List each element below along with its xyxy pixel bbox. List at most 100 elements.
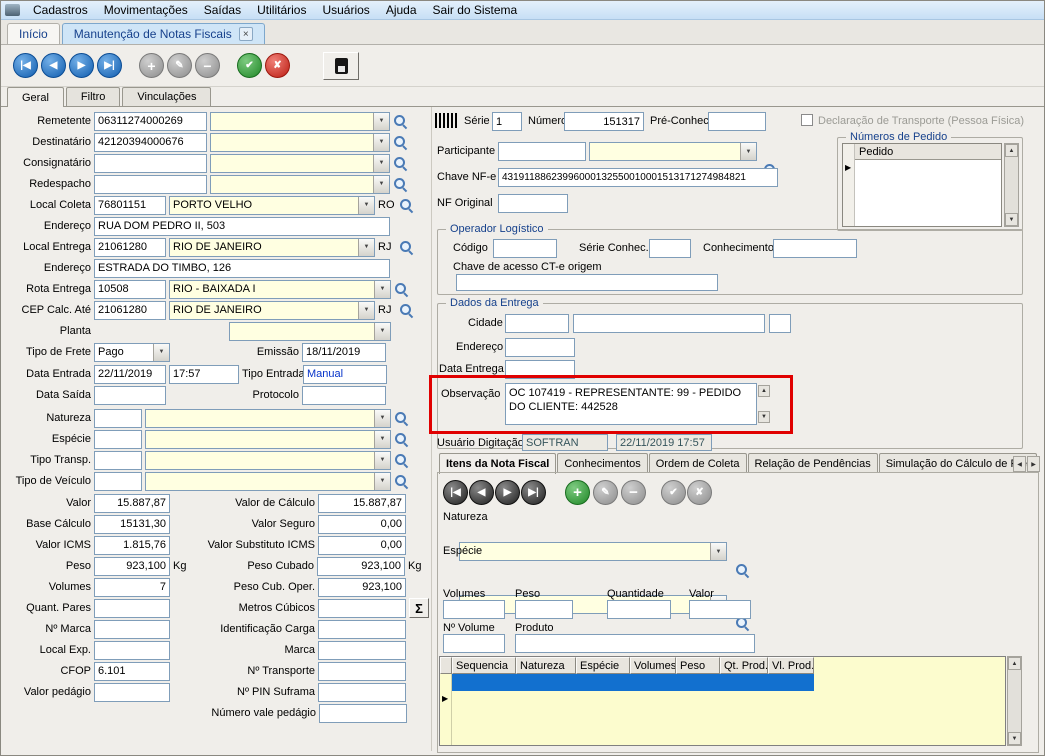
remetente-search-icon[interactable] <box>393 114 408 129</box>
chevron-down-icon[interactable]: ▼ <box>374 473 390 490</box>
tipo-veiculo-search-icon[interactable] <box>394 474 409 489</box>
nf-original-input[interactable] <box>498 194 568 213</box>
redespacho-code-input[interactable] <box>94 175 207 194</box>
data-entrada-date-input[interactable]: 22/11/2019 <box>94 365 166 384</box>
especie-code-input[interactable] <box>94 430 142 449</box>
tipo-entrada-input[interactable]: Manual <box>303 365 387 384</box>
first-record-button[interactable]: |◀ <box>13 53 38 78</box>
valor-calculo-input[interactable]: 15.887,87 <box>318 494 406 513</box>
especie-search-icon[interactable] <box>394 432 409 447</box>
entrega-cidade-input[interactable] <box>573 314 765 333</box>
column-header[interactable]: Vl. Prod. <box>768 657 814 674</box>
detail-edit-item-button[interactable]: ✎ <box>593 480 618 505</box>
volumes-input[interactable]: 7 <box>94 578 170 597</box>
add-record-button[interactable]: + <box>139 53 164 78</box>
chevron-down-icon[interactable]: ▼ <box>374 452 390 469</box>
tab-scroll-right-icon[interactable]: ▶ <box>1027 456 1040 472</box>
cep-calc-code-input[interactable]: 21061280 <box>94 301 166 320</box>
local-exp-input[interactable] <box>94 641 170 660</box>
peso-cubado-input[interactable]: 923,100 <box>317 557 405 576</box>
entrega-uf-input[interactable] <box>769 314 791 333</box>
chevron-down-icon[interactable]: ▼ <box>374 281 390 298</box>
menu-cadastros[interactable]: Cadastros <box>25 2 96 18</box>
valor-icms-input[interactable]: 1.815,76 <box>94 536 170 555</box>
edit-record-button[interactable]: ✎ <box>167 53 192 78</box>
participante-combo[interactable]: ▼ <box>589 142 757 161</box>
detail-delete-item-button[interactable]: − <box>621 480 646 505</box>
entrega-cidade-code-input[interactable] <box>505 314 569 333</box>
scroll-up-icon[interactable]: ▲ <box>1005 144 1018 157</box>
chevron-down-icon[interactable]: ▼ <box>710 543 726 560</box>
local-entrega-combo[interactable]: RIO DE JANEIRO▼ <box>169 238 375 257</box>
detail-add-item-button[interactable]: + <box>565 480 590 505</box>
remetente-code-input[interactable]: 06311274000269 <box>94 112 207 131</box>
conhecimento-input[interactable] <box>773 239 857 258</box>
menu-movimentacoes[interactable]: Movimentações <box>96 2 196 18</box>
chevron-down-icon[interactable]: ▼ <box>358 302 374 319</box>
detail-produto-input[interactable] <box>515 634 755 653</box>
detail-first-record-button[interactable]: |◀ <box>443 480 468 505</box>
valor-seguro-input[interactable]: 0,00 <box>318 515 406 534</box>
num-marca-input[interactable] <box>94 620 170 639</box>
selected-table-row[interactable] <box>452 674 814 691</box>
local-coleta-combo[interactable]: PORTO VELHO▼ <box>169 196 375 215</box>
local-coleta-search-icon[interactable] <box>399 198 414 213</box>
chave-cte-input[interactable] <box>456 274 718 291</box>
especie-combo[interactable]: ▼ <box>145 430 391 449</box>
detail-volumes-input[interactable] <box>443 600 505 619</box>
scroll-down-icon[interactable]: ▼ <box>1008 732 1021 745</box>
rota-entrega-search-icon[interactable] <box>394 282 409 297</box>
column-header[interactable]: Sequencia <box>452 657 516 674</box>
menu-usuarios[interactable]: Usuários <box>314 2 377 18</box>
table-scrollbar[interactable]: ▲ ▼ <box>1007 656 1022 746</box>
valor-pedagio-input[interactable] <box>94 683 170 702</box>
valor-input[interactable]: 15.887,87 <box>94 494 170 513</box>
chevron-down-icon[interactable]: ▼ <box>374 410 390 427</box>
tab-relacao-pendencias[interactable]: Relação de Pendências <box>748 453 878 473</box>
numero-input[interactable]: 151317 <box>564 112 644 131</box>
cep-calc-search-icon[interactable] <box>399 303 414 318</box>
column-header[interactable]: Natureza <box>516 657 576 674</box>
detail-confirm-button[interactable]: ✔ <box>661 480 686 505</box>
detail-next-record-button[interactable]: ▶ <box>495 480 520 505</box>
menu-saidas[interactable]: Saídas <box>196 2 249 18</box>
delete-record-button[interactable]: − <box>195 53 220 78</box>
cancel-button[interactable]: ✘ <box>265 53 290 78</box>
chevron-down-icon[interactable]: ▼ <box>153 344 169 361</box>
consignatario-search-icon[interactable] <box>393 156 408 171</box>
destinatario-combo[interactable]: ▼ <box>210 133 390 152</box>
column-header[interactable]: Qt. Prod. <box>720 657 768 674</box>
redespacho-search-icon[interactable] <box>393 177 408 192</box>
valor-substituto-input[interactable]: 0,00 <box>318 536 406 555</box>
tipo-frete-combo[interactable]: Pago▼ <box>94 343 170 362</box>
num-transporte-input[interactable] <box>318 662 406 681</box>
chevron-down-icon[interactable]: ▼ <box>373 134 389 151</box>
pedido-list[interactable]: ▶ Pedido <box>842 143 1002 227</box>
close-tab-icon[interactable]: × <box>239 27 253 41</box>
destinatario-code-input[interactable]: 42120394000676 <box>94 133 207 152</box>
peso-cub-oper-input[interactable]: 923,100 <box>318 578 406 597</box>
last-record-button[interactable]: ▶| <box>97 53 122 78</box>
detail-peso-input[interactable] <box>515 600 573 619</box>
tab-manutencao-notas-fiscais[interactable]: Manutenção de Notas Fiscais × <box>62 23 265 44</box>
emissao-input[interactable]: 18/11/2019 <box>302 343 386 362</box>
itens-table[interactable]: Sequencia Natureza Espécie Volumes Peso … <box>439 656 1006 746</box>
menu-ajuda[interactable]: Ajuda <box>378 2 425 18</box>
data-saida-input[interactable] <box>94 386 166 405</box>
column-header[interactable]: Volumes <box>630 657 676 674</box>
chave-nfe-input[interactable]: 4319118862399600013255001000151317127498… <box>498 168 778 187</box>
chevron-down-icon[interactable]: ▼ <box>374 431 390 448</box>
pedido-scrollbar[interactable]: ▲ ▼ <box>1004 143 1019 227</box>
natureza-code-input[interactable] <box>94 409 142 428</box>
tab-conhecimentos[interactable]: Conhecimentos <box>557 453 647 473</box>
scroll-up-icon[interactable]: ▲ <box>1008 657 1021 670</box>
local-entrega-search-icon[interactable] <box>399 240 414 255</box>
tab-geral[interactable]: Geral <box>7 87 64 107</box>
consignatario-code-input[interactable] <box>94 154 207 173</box>
participante-code-input[interactable] <box>498 142 586 161</box>
pedido-column-header[interactable]: Pedido <box>855 144 1001 160</box>
tipo-transp-code-input[interactable] <box>94 451 142 470</box>
local-coleta-code-input[interactable]: 76801151 <box>94 196 166 215</box>
detail-cancel-button[interactable]: ✘ <box>687 480 712 505</box>
pre-conhec-input[interactable] <box>708 112 766 131</box>
